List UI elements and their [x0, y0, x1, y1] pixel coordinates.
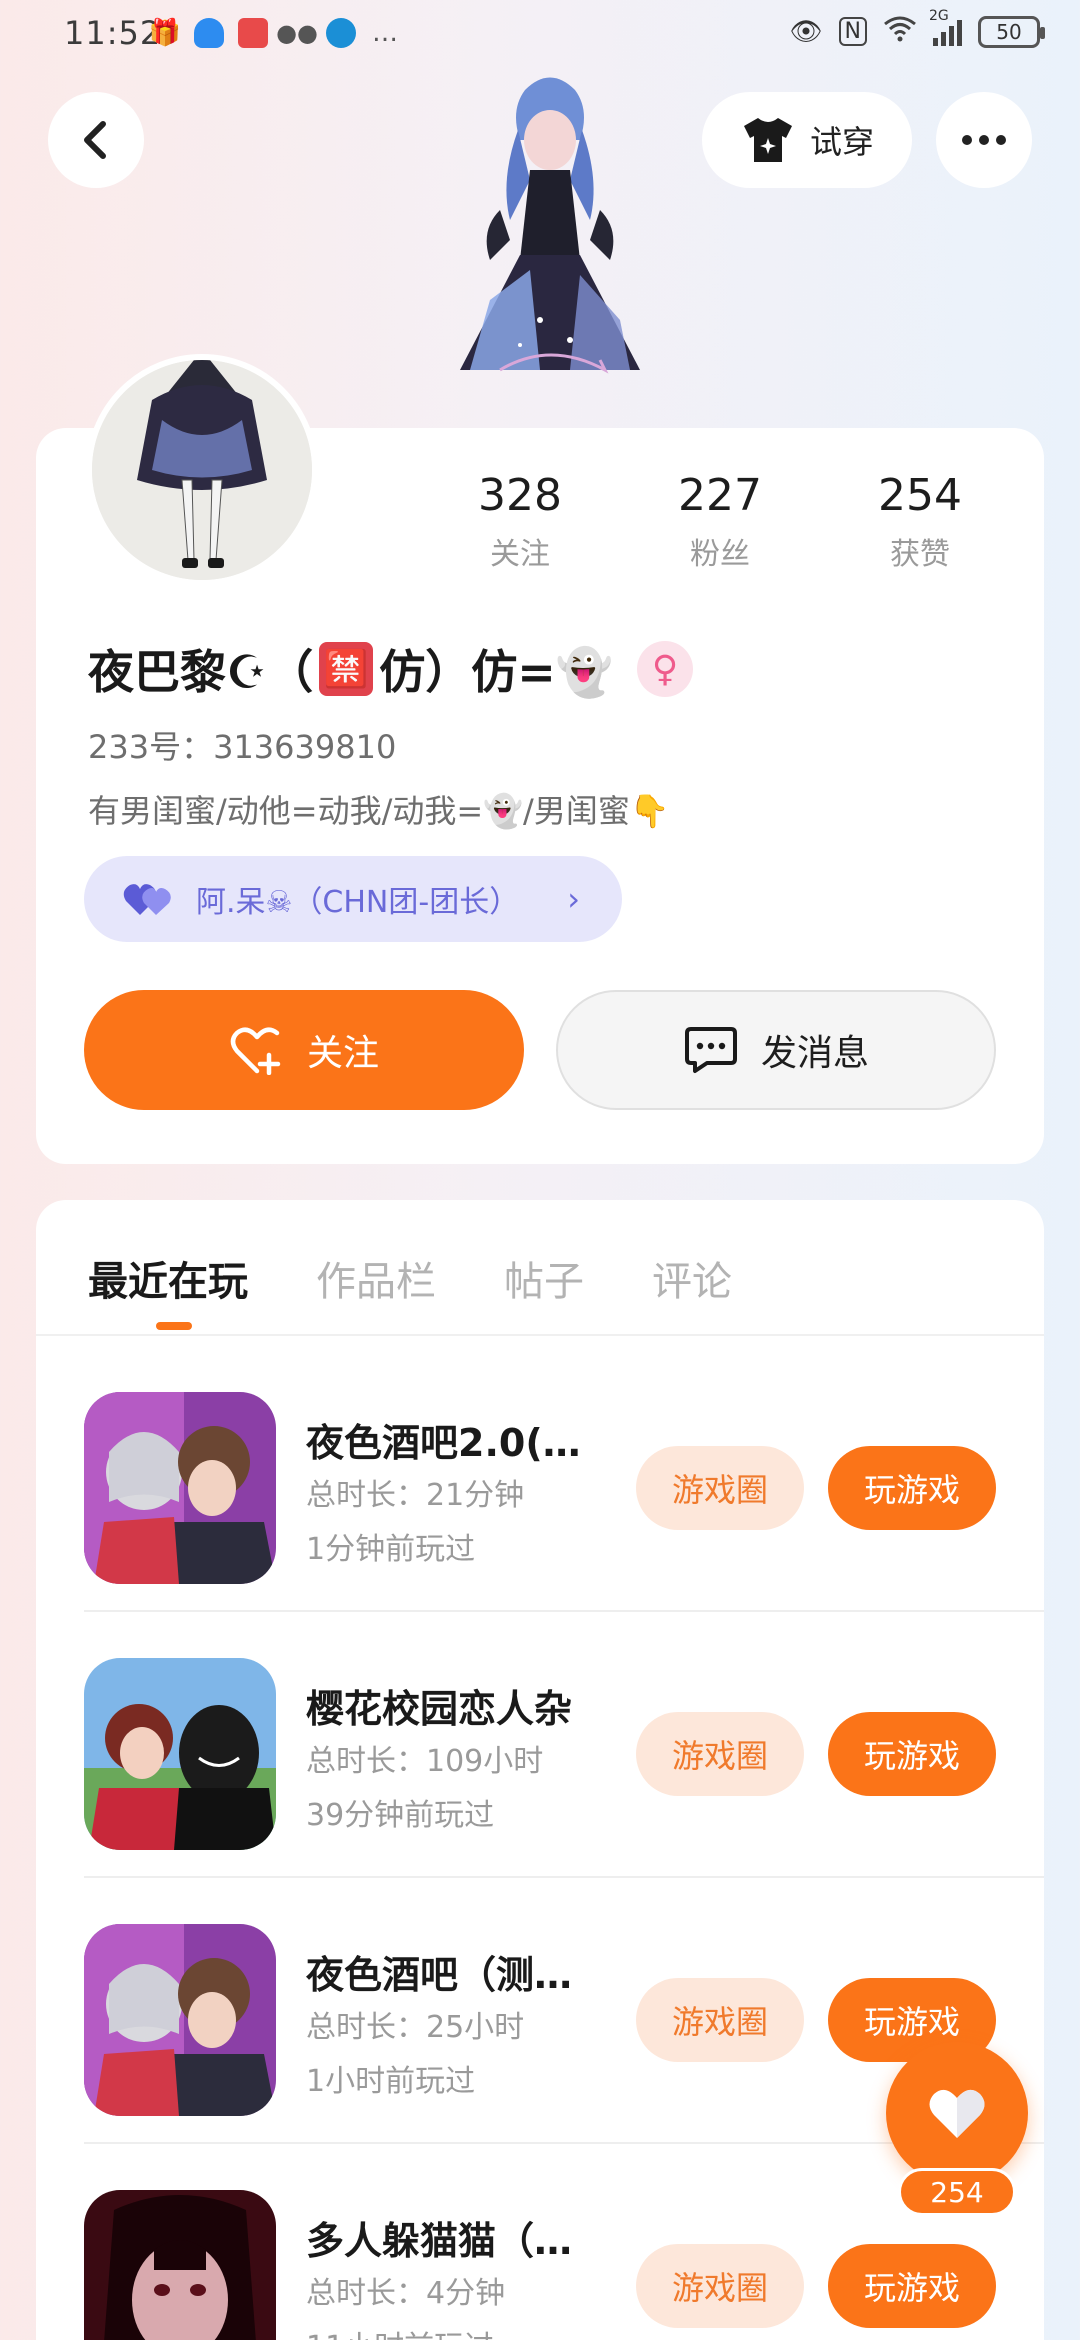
game-duration: 总时长：25小时: [306, 2010, 525, 2045]
stat-label: 获赞: [890, 537, 950, 572]
tab-works[interactable]: 作品栏: [316, 1238, 436, 1318]
status-time: 11:52: [64, 14, 162, 52]
team-label: 阿.呆☠（CHN团-团长）: [196, 885, 520, 920]
chevron-left-icon: [84, 121, 106, 159]
chevron-right-icon: ›: [567, 880, 580, 918]
game-title: 夜色酒吧2.0(…: [306, 1421, 581, 1465]
game-title: 夜色酒吧（测…: [306, 1953, 573, 1997]
avatar[interactable]: [86, 354, 318, 586]
gender-symbol: ♀: [651, 648, 679, 690]
status-bar: 11:52 🎁 ●● … 👁 N 2G 50: [0, 0, 1080, 76]
double-heart-icon: [123, 884, 171, 915]
try-on-button[interactable]: 试穿: [702, 92, 912, 188]
send-message-button[interactable]: 发消息: [556, 990, 996, 1110]
send-message-label: 发消息: [760, 1033, 869, 1074]
notification-icons: 🎁 ●● …: [148, 18, 400, 48]
nfc-icon: N: [838, 17, 867, 46]
follow-label: 关注: [306, 1033, 379, 1074]
game-last-played: 1小时前玩过: [306, 2064, 476, 2099]
game-title: 樱花校园恋人杂: [306, 1687, 573, 1731]
follow-button[interactable]: 关注: [84, 990, 524, 1110]
chat-bubble-icon: [684, 1027, 737, 1073]
back-button[interactable]: [48, 92, 144, 188]
more-options-button[interactable]: [936, 92, 1032, 188]
game-last-played: 1分钟前玩过: [306, 1532, 476, 1567]
try-on-label: 试穿: [809, 123, 874, 161]
game-circle-button[interactable]: 游戏圈: [636, 1446, 804, 1530]
avatar-character-illustration: [460, 77, 640, 374]
network-type-label: 2G: [929, 7, 949, 24]
tab-recently-played[interactable]: 最近在玩: [88, 1238, 248, 1318]
game-last-played: 11小时前玩过: [306, 2322, 494, 2340]
game-icon[interactable]: [84, 1658, 276, 1850]
profile-stats: 328 关注 227 粉丝 254 获赞: [420, 470, 1020, 573]
system-indicators: 👁 N 2G 50: [789, 8, 1045, 49]
user-bio: 有男闺蜜/动他=动我/动我=👻/男闺蜜👇: [88, 792, 670, 830]
game-duration: 总时长：109小时: [306, 1744, 544, 1779]
game-duration: 总时长：4分钟: [306, 2276, 506, 2311]
game-circle-button[interactable]: 游戏圈: [636, 1978, 804, 2062]
battery-icon: 50: [978, 15, 1045, 48]
tabs-divider: [36, 1334, 1044, 1336]
stat-value: 328: [478, 470, 562, 521]
edge-browser-icon: [326, 18, 356, 48]
game-duration: 总时长：21分钟: [306, 1478, 525, 1513]
ban-emoji-badge: 🈲: [319, 642, 374, 696]
game-icon[interactable]: [84, 1924, 276, 2116]
battery-level: 50: [996, 19, 1022, 44]
play-game-button[interactable]: 玩游戏: [828, 1446, 996, 1530]
stat-label: 粉丝: [690, 537, 750, 572]
stat-label: 关注: [490, 537, 550, 572]
like-button[interactable]: [886, 2042, 1028, 2184]
user-id: 233号：313639810: [88, 728, 397, 766]
game-circle-button[interactable]: 游戏圈: [636, 1712, 804, 1796]
game-last-played: 39分钟前玩过: [306, 1798, 495, 1833]
like-count: 254: [898, 2168, 1016, 2216]
heart-icon: [929, 2089, 985, 2138]
wifi-icon: [883, 14, 917, 49]
book-app-icon: [238, 18, 268, 48]
profile-tabs: 最近在玩 作品栏 帖子 评论: [52, 1238, 732, 1318]
female-gender-icon: ♀: [637, 641, 694, 697]
game-row[interactable]: 多人躲猫猫（… 总时长：4分钟 11小时前玩过 游戏圈 玩游戏: [84, 2144, 1044, 2340]
heart-plus-icon: [230, 1027, 281, 1075]
game-circle-button[interactable]: 游戏圈: [636, 2244, 804, 2328]
stat-likes[interactable]: 254 获赞: [820, 470, 1020, 573]
wechat-icon: ●●: [276, 19, 318, 47]
stat-value: 254: [878, 470, 962, 521]
eye-comfort-icon: 👁: [789, 16, 823, 47]
user-name-suffix: 仿）仿=👻: [379, 645, 614, 699]
active-tab-indicator: [156, 1322, 192, 1330]
signal-icon: 2G: [929, 8, 962, 46]
user-name-prefix: 夜巴黎☪（: [88, 645, 314, 699]
gift-icon: 🎁: [148, 18, 182, 48]
game-icon[interactable]: [84, 2190, 276, 2340]
avatar-image: [92, 360, 312, 580]
more-notifications-icon: …: [372, 18, 398, 48]
shield-icon: [194, 18, 224, 48]
stat-followers[interactable]: 227 粉丝: [620, 470, 820, 573]
user-name: 夜巴黎☪（ 🈲 仿）仿=👻 ♀: [88, 636, 694, 702]
tab-posts[interactable]: 帖子: [504, 1238, 584, 1318]
play-game-button[interactable]: 玩游戏: [828, 2244, 996, 2328]
game-row[interactable]: 夜色酒吧2.0(… 总时长：21分钟 1分钟前玩过 游戏圈 玩游戏: [84, 1346, 1044, 1612]
game-row[interactable]: 樱花校园恋人杂 总时长：109小时 39分钟前玩过 游戏圈 玩游戏: [84, 1612, 1044, 1878]
stat-following[interactable]: 328 关注: [420, 470, 620, 573]
play-game-button[interactable]: 玩游戏: [828, 1712, 996, 1796]
more-dot-icon: [962, 135, 972, 145]
more-dot-icon: [979, 135, 989, 145]
ban-emoji: 🈲: [323, 649, 369, 690]
stat-value: 227: [678, 470, 762, 521]
shirt-icon: [743, 118, 792, 162]
team-chip[interactable]: 阿.呆☠（CHN团-团长） ›: [84, 856, 622, 942]
game-title: 多人躲猫猫（…: [306, 2219, 573, 2263]
tab-comments[interactable]: 评论: [652, 1238, 732, 1318]
game-icon[interactable]: [84, 1392, 276, 1584]
more-dot-icon: [996, 135, 1006, 145]
